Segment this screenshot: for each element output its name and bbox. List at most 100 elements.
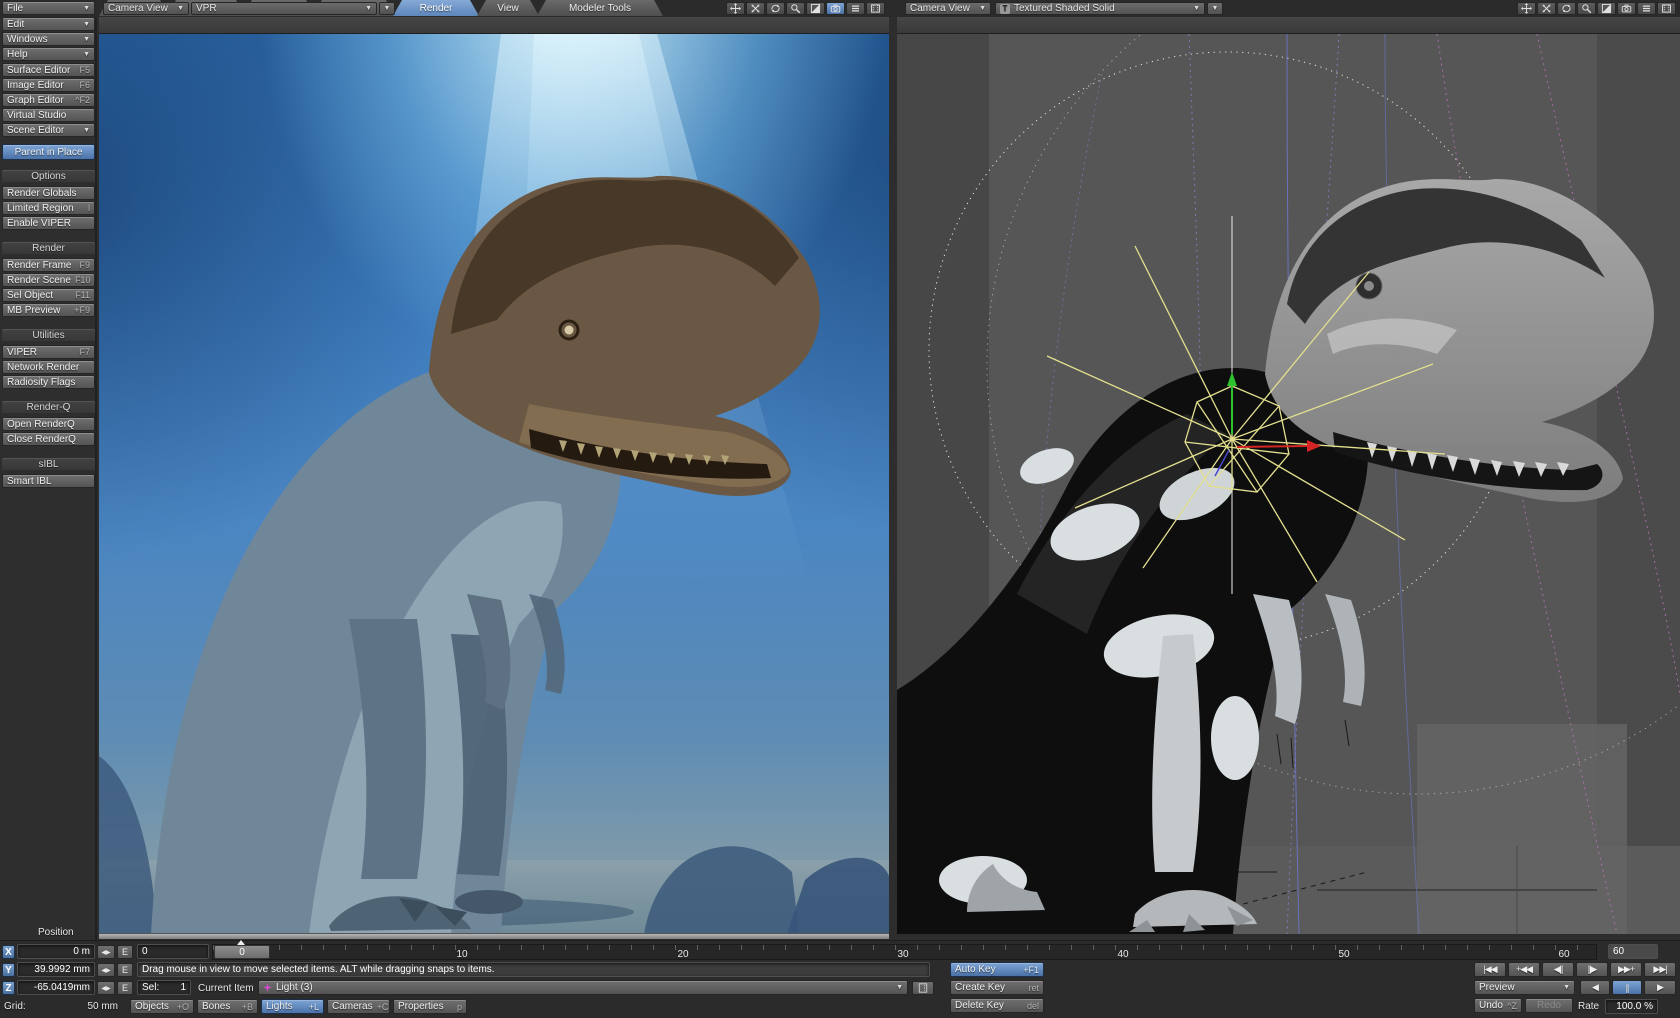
- network-render-button[interactable]: Network Render: [2, 360, 95, 374]
- pan-icon[interactable]: [1517, 2, 1536, 15]
- left-view-mode-dropdown[interactable]: Camera View▼: [103, 2, 189, 15]
- current-item-dropdown[interactable]: Light (3) ▼: [258, 980, 908, 995]
- edit-menu-button[interactable]: Edit▼: [2, 17, 95, 31]
- x-value-field[interactable]: 0 m: [17, 944, 95, 959]
- render-globals-button[interactable]: Render Globals: [2, 186, 95, 200]
- pause-button[interactable]: ||: [1612, 980, 1642, 995]
- left-viewport-canvas[interactable]: [99, 34, 889, 934]
- camera-icon[interactable]: [1617, 2, 1636, 15]
- position-label: Position: [38, 927, 74, 938]
- redo-button[interactable]: Redo: [1525, 998, 1573, 1013]
- orbit-icon[interactable]: [746, 2, 765, 15]
- go-to-end-button[interactable]: ▶▶|: [1644, 962, 1676, 977]
- z-envelope-button[interactable]: E: [117, 981, 133, 995]
- x-nudge-buttons[interactable]: ◀▶: [97, 945, 115, 959]
- file-menu-button[interactable]: File ▼: [2, 1, 95, 15]
- play-forward-button[interactable]: ▶: [1644, 980, 1676, 995]
- opengl-scene: [897, 34, 1680, 934]
- step-back-button[interactable]: ◀||: [1542, 962, 1574, 977]
- timeline-ruler[interactable]: 10 20 30 40 50 60: [212, 944, 1597, 960]
- y-nudge-buttons[interactable]: ◀▶: [97, 963, 115, 977]
- play-reverse-button[interactable]: ◀: [1580, 980, 1610, 995]
- z-value-field[interactable]: -65.0419mm: [17, 980, 95, 995]
- tab-render[interactable]: Render: [393, 0, 479, 16]
- left-viewport-bottom-scrollbar[interactable]: [99, 933, 889, 939]
- grid-value: 50 mm: [60, 1001, 118, 1012]
- parent-in-place-button[interactable]: Parent in Place: [2, 144, 95, 160]
- current-item-label: Current Item: [198, 983, 254, 994]
- y-axis-chip[interactable]: Y: [2, 963, 15, 977]
- mb-preview-button[interactable]: MB Preview+F9: [2, 303, 95, 317]
- chevron-down-icon: ▼: [384, 5, 391, 12]
- close-renderq-button[interactable]: Close RenderQ: [2, 432, 95, 446]
- tab-modeler-tools[interactable]: Modeler Tools: [537, 0, 663, 16]
- left-shading-mode-dropdown[interactable]: VPR▼: [191, 2, 377, 15]
- cameras-mode-button[interactable]: Cameras+C: [327, 999, 390, 1014]
- snapshot-icon[interactable]: [1657, 2, 1676, 15]
- next-key-button[interactable]: ▶▶+: [1610, 962, 1642, 977]
- lights-mode-button[interactable]: Lights+L: [261, 999, 324, 1014]
- timeline-slider-handle[interactable]: 0: [214, 945, 270, 959]
- right-view-mode-dropdown[interactable]: Camera View▼: [905, 2, 991, 15]
- graph-editor-button[interactable]: Graph Editor^F2: [2, 93, 95, 107]
- tab-view[interactable]: View: [477, 0, 539, 16]
- zoom-icon[interactable]: [1577, 2, 1596, 15]
- current-frame-field[interactable]: 0: [137, 944, 209, 959]
- image-editor-button[interactable]: Image EditorF6: [2, 78, 95, 92]
- rate-value-field[interactable]: 100.0 %: [1605, 999, 1658, 1014]
- x-axis-chip[interactable]: X: [2, 945, 15, 959]
- rate-label: Rate: [1578, 1001, 1599, 1012]
- undo-button[interactable]: Undo^Z: [1474, 998, 1522, 1013]
- camera-icon[interactable]: [826, 2, 845, 15]
- snapshot-icon[interactable]: [866, 2, 885, 15]
- rotate-view-icon[interactable]: [766, 2, 785, 15]
- renderq-section-header: Render-Q: [2, 401, 95, 413]
- x-envelope-button[interactable]: E: [117, 945, 133, 959]
- end-frame-field[interactable]: 60: [1608, 944, 1658, 959]
- zoom-icon[interactable]: [786, 2, 805, 15]
- menu-icon[interactable]: [846, 2, 865, 15]
- sel-object-button[interactable]: Sel ObjectF11: [2, 288, 95, 302]
- open-renderq-button[interactable]: Open RenderQ: [2, 417, 95, 431]
- step-forward-button[interactable]: ||▶: [1576, 962, 1608, 977]
- z-nudge-buttons[interactable]: ◀▶: [97, 981, 115, 995]
- lightwave-layout-window: File ▼ Items Modify Setup Utilities Rend…: [0, 0, 1680, 1018]
- windows-menu-button[interactable]: Windows▼: [2, 32, 95, 46]
- texture-badge-icon: T: [1000, 4, 1010, 14]
- enable-viper-button[interactable]: Enable VIPER: [2, 216, 95, 230]
- selection-count-field[interactable]: Sel:1: [137, 980, 191, 995]
- render-scene-button[interactable]: Render SceneF10: [2, 273, 95, 287]
- render-frame-button[interactable]: Render FrameF9: [2, 258, 95, 272]
- bones-mode-button[interactable]: Bones+B: [197, 999, 258, 1014]
- maximize-icon[interactable]: [806, 2, 825, 15]
- limited-region-button[interactable]: Limited Regionl: [2, 201, 95, 215]
- right-viewport-canvas[interactable]: [897, 34, 1680, 934]
- delete-key-button[interactable]: Delete Keydel: [950, 998, 1044, 1013]
- properties-button[interactable]: Propertiesp: [393, 999, 467, 1014]
- maximize-icon[interactable]: [1597, 2, 1616, 15]
- orbit-icon[interactable]: [1537, 2, 1556, 15]
- right-viewport-options-dropdown[interactable]: ▼: [1207, 2, 1223, 15]
- help-menu-button[interactable]: Help▼: [2, 47, 95, 61]
- z-axis-chip[interactable]: Z: [2, 981, 15, 995]
- viper-button[interactable]: VIPERF7: [2, 345, 95, 359]
- y-envelope-button[interactable]: E: [117, 963, 133, 977]
- dope-sheet-button[interactable]: [912, 981, 934, 995]
- left-viewport-options-dropdown[interactable]: ▼: [379, 2, 395, 15]
- smart-ibl-button[interactable]: Smart IBL: [2, 474, 95, 488]
- previous-key-button[interactable]: +◀◀: [1508, 962, 1540, 977]
- create-key-button[interactable]: Create Keyret: [950, 980, 1044, 995]
- scene-editor-button[interactable]: Scene Editor▼: [2, 123, 95, 137]
- radiosity-flags-button[interactable]: Radiosity Flags: [2, 375, 95, 389]
- pan-icon[interactable]: [726, 2, 745, 15]
- rotate-view-icon[interactable]: [1557, 2, 1576, 15]
- menu-icon[interactable]: [1637, 2, 1656, 15]
- preview-dropdown[interactable]: Preview▼: [1474, 980, 1575, 995]
- virtual-studio-button[interactable]: Virtual Studio: [2, 108, 95, 122]
- y-value-field[interactable]: 39.9992 mm: [17, 962, 95, 977]
- right-shading-mode-dropdown[interactable]: TTextured Shaded Solid▼: [995, 2, 1205, 15]
- auto-key-button[interactable]: Auto Key+F1: [950, 962, 1044, 977]
- surface-editor-button[interactable]: Surface EditorF5: [2, 63, 95, 77]
- go-to-start-button[interactable]: |◀◀: [1474, 962, 1506, 977]
- objects-mode-button[interactable]: Objects+O: [130, 999, 194, 1014]
